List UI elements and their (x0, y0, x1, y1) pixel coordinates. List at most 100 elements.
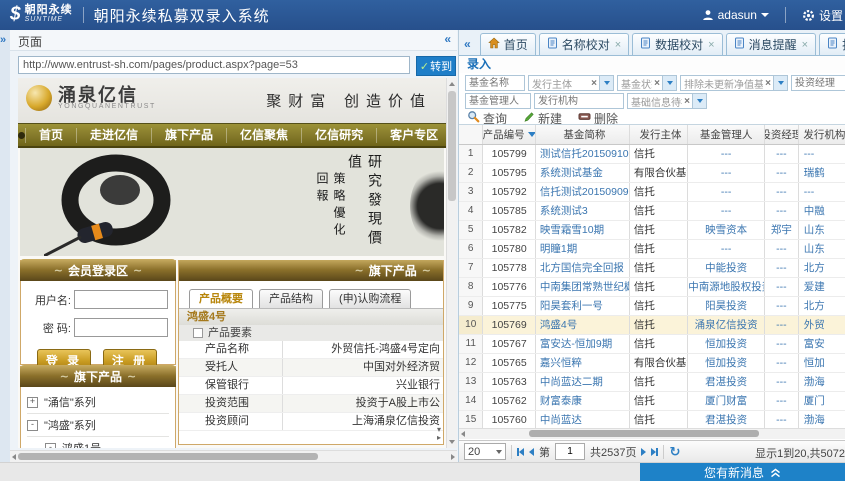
combo-dropdown-icon[interactable] (692, 94, 706, 108)
fund-name-link[interactable]: 嘉兴恒粹 (536, 354, 630, 372)
grid-column-header[interactable]: 基金简称 (536, 125, 630, 144)
filter-input[interactable] (465, 93, 531, 109)
filter-input[interactable] (534, 93, 624, 109)
combo-clear-icon[interactable]: × (682, 96, 692, 107)
table-row[interactable]: 3105792信托测试20150909信托--------- (459, 183, 845, 202)
table-row[interactable]: 4105785系统测试3信托------中融 (459, 202, 845, 221)
fund-name-link[interactable]: 阳昊套利一号 (536, 297, 630, 315)
site-nav-item[interactable]: 客户专区 (376, 128, 446, 143)
fund-name-link[interactable]: 中尚蓝达 (536, 411, 630, 429)
tree-item[interactable]: -鸿盛1号 (27, 437, 169, 448)
site-nav-item[interactable]: 走进亿信 (76, 128, 151, 143)
workspace-tab[interactable]: 首页 (480, 33, 536, 55)
grid-column-header[interactable]: 投资经理 (765, 125, 799, 144)
table-row[interactable]: 8105776中南集团常熟世纪樾城信托中南源地股权投资---爱建 (459, 278, 845, 297)
filter-combo[interactable]: 发行主体× (528, 75, 614, 91)
collapse-left-icon[interactable]: « (444, 32, 451, 46)
filter-input[interactable] (465, 75, 525, 91)
fund-name-link[interactable]: 富安达-恒加9期 (536, 335, 630, 353)
grid-column-header[interactable]: 发行机构 (799, 125, 845, 144)
go-button[interactable]: ✓ 转到 (416, 56, 456, 76)
grid-column-header[interactable]: 发行主体 (630, 125, 688, 144)
fund-name-link[interactable]: 映雪霜雪10期 (536, 221, 630, 239)
scroll-down-icon[interactable] (449, 440, 455, 444)
table-row[interactable]: 7105778北方国信完全回报信托中能投资---北方 (459, 259, 845, 278)
password-field[interactable] (74, 318, 168, 337)
url-input[interactable] (18, 56, 410, 74)
prev-page-button[interactable] (529, 448, 534, 456)
combo-dropdown-icon[interactable] (599, 76, 613, 90)
inner-scroll-icons[interactable]: ▾▸ (437, 426, 441, 442)
grid-scroll-thumb[interactable] (529, 430, 759, 437)
horizontal-scrollbar-left[interactable] (10, 450, 457, 462)
expand-west-icon[interactable]: » (0, 34, 6, 46)
table-row[interactable]: 1105799测试信托20150910信托--------- (459, 145, 845, 164)
combo-clear-icon[interactable]: × (763, 78, 773, 89)
vertical-scrollbar[interactable] (446, 78, 457, 448)
grid-horizontal-scrollbar[interactable] (459, 428, 845, 439)
site-logo[interactable]: 涌泉亿信 YONGQUANENTRUST (26, 85, 156, 111)
workspace-tab[interactable]: 消息提醒× (726, 33, 816, 55)
fund-name-link[interactable]: 中南集团常熟世纪樾城 (536, 278, 630, 296)
next-page-button[interactable] (641, 448, 646, 456)
filter-combo[interactable]: 排除未更新净值基金× (680, 75, 788, 91)
user-menu[interactable]: adasun (702, 8, 769, 22)
table-row[interactable]: 5105782映雪霜雪10期信托映雪资本郑宇山东 (459, 221, 845, 240)
table-row[interactable]: 6105780明瞳1期信托------山东 (459, 240, 845, 259)
fund-name-link[interactable]: 北方国信完全回报 (536, 259, 630, 277)
site-nav-item[interactable]: 旗下产品 (151, 128, 226, 143)
table-row[interactable]: 11105767富安达-恒加9期信托恒加投资---富安 (459, 335, 845, 354)
grid-scroll-left-icon[interactable] (461, 431, 465, 437)
horizontal-scroll-thumb[interactable] (18, 453, 318, 460)
filter-input[interactable] (791, 75, 845, 91)
username-field[interactable] (74, 290, 168, 309)
table-row[interactable]: 9105775阳昊套利一号信托阳昊投资---北方 (459, 297, 845, 316)
page-number-input[interactable] (555, 443, 585, 460)
table-row[interactable]: 13105763中尚蓝达二期信托君湛投资---渤海 (459, 373, 845, 392)
fund-name-link[interactable]: 测试信托20150910 (536, 145, 630, 163)
tree-expand-icon[interactable]: + (27, 397, 38, 408)
new-message-bar[interactable]: 您有新消息 (640, 463, 845, 481)
tree-expand-icon[interactable]: - (27, 420, 38, 431)
site-nav-item[interactable]: 亿信研究 (301, 128, 376, 143)
last-page-button[interactable] (651, 448, 658, 456)
workspace-tab[interactable]: 名称校对× (539, 33, 629, 55)
product-tab[interactable]: 产品结构 (259, 289, 323, 308)
tree-expand-icon[interactable]: - (45, 443, 56, 449)
scroll-left-icon[interactable] (12, 454, 16, 460)
scroll-up-icon[interactable] (449, 82, 455, 86)
table-row[interactable]: 2105795系统测试基金有限合伙基金------瑞鹤 (459, 164, 845, 183)
fund-name-link[interactable]: 系统测试3 (536, 202, 630, 220)
tab-close-icon[interactable]: × (802, 39, 808, 51)
fund-name-link[interactable]: 明瞳1期 (536, 240, 630, 258)
combo-dropdown-icon[interactable] (773, 76, 787, 90)
scroll-right-icon[interactable] (451, 454, 455, 460)
grid-column-header[interactable]: 基金管理人 (688, 125, 765, 144)
page-size-select[interactable]: 20 (464, 443, 506, 460)
combo-clear-icon[interactable]: × (589, 78, 599, 89)
fund-name-link[interactable]: 信托测试20150909 (536, 183, 630, 201)
product-tab[interactable]: (申)认购流程 (329, 289, 411, 308)
settings-button[interactable]: 设置 (802, 7, 843, 24)
table-row[interactable]: 10105769鸿盛4号信托涌泉亿信投资---外贸 (459, 316, 845, 335)
filter-combo[interactable]: 基金状态× (617, 75, 677, 91)
fund-name-link[interactable]: 系统测试基金 (536, 164, 630, 182)
tree-item[interactable]: +"涌信"系列 (27, 391, 169, 414)
workspace-tab[interactable]: 扣分绩效统计× (819, 33, 845, 55)
workspace-tab[interactable]: 数据校对× (632, 33, 722, 55)
product-tab[interactable]: 产品概要 (189, 289, 253, 308)
fund-name-link[interactable]: 财富泰康 (536, 392, 630, 410)
fund-name-link[interactable]: 中尚蓝达二期 (536, 373, 630, 391)
tree-item[interactable]: -"鸿盛"系列 (27, 414, 169, 437)
collapse-tabs-icon[interactable]: « (464, 37, 471, 51)
table-row[interactable]: 12105765嘉兴恒粹有限合伙基金恒加投资---恒加 (459, 354, 845, 373)
vertical-scroll-thumb[interactable] (448, 91, 456, 201)
tab-close-icon[interactable]: × (615, 39, 621, 51)
grid-column-header[interactable]: 产品编号 (483, 125, 536, 144)
tab-close-icon[interactable]: × (708, 39, 714, 51)
table-row[interactable]: 14105762财富泰康信托厦门财富---厦门 (459, 392, 845, 411)
combo-dropdown-icon[interactable] (662, 76, 676, 90)
fund-name-link[interactable]: 鸿盛4号 (536, 316, 630, 334)
filter-combo[interactable]: 基础信息待补× (627, 93, 707, 109)
combo-clear-icon[interactable]: × (652, 78, 662, 89)
